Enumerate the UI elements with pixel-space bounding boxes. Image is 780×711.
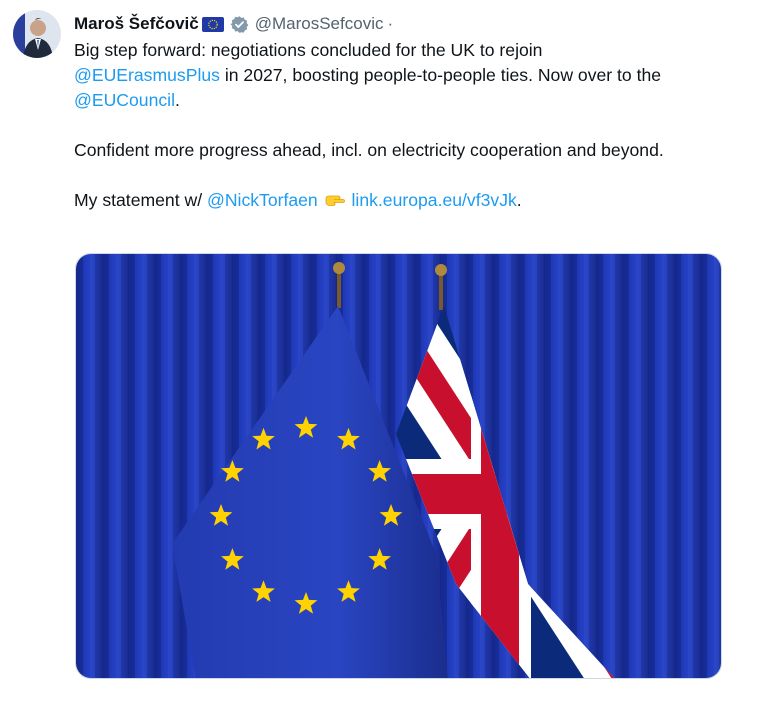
author-handle[interactable]: @MarosSefcovic [255, 14, 384, 34]
mention-eucouncil[interactable]: @EUCouncil [74, 90, 175, 110]
tweet-paragraph-3-prefix: My statement w/ [74, 190, 207, 210]
tweet-text-line1: Big step forward: negotiations concluded… [74, 40, 543, 60]
author-avatar[interactable] [13, 10, 61, 58]
author-name[interactable]: Maroš Šefčovič [74, 14, 199, 34]
tweet-media-image[interactable] [75, 253, 722, 679]
tweet-paragraph-3-suffix: . [516, 190, 522, 210]
tweet-paragraph-2: Confident more progress ahead, incl. on … [74, 140, 664, 160]
header-separator: · [387, 14, 394, 33]
eu-flag-emoji-icon [201, 16, 224, 32]
tweet-header: Maroš Šefčovič @MarosSefcovic · [74, 12, 393, 36]
tweet-text: Big step forward: negotiations concluded… [74, 38, 734, 213]
tweet-text-line3-suffix: . [174, 90, 180, 110]
verified-badge-icon[interactable] [230, 15, 249, 34]
mention-euerasmusplus[interactable]: @EUErasmusPlus [74, 65, 220, 85]
mention-nicktorfaen[interactable]: @NickTorfaen [207, 190, 318, 210]
tweet-text-line2: in 2027, boosting people-to-people ties.… [219, 65, 662, 85]
tweet-card[interactable]: Maroš Šefčovič @MarosSefcovic · Big step… [0, 0, 780, 711]
pointing-right-hand-icon [325, 191, 345, 209]
tweet-link[interactable]: link.europa.eu/vf3vJk [352, 190, 517, 210]
